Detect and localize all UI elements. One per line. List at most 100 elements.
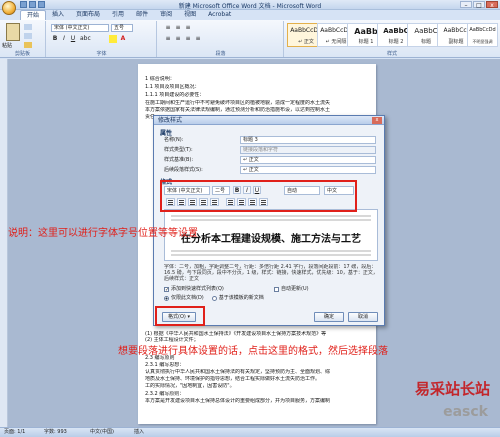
annotation-note-1: 说明：这里可以进行字体字号位置等等设置: [8, 228, 198, 239]
preview-prev-para: [171, 215, 371, 217]
tab-acrobat[interactable]: Acrobat: [202, 10, 237, 20]
dialog-title-bar: 修改样式 x: [154, 116, 384, 125]
add-to-quick-styles-label: 添加到快速样式列表(Q): [171, 286, 224, 292]
close-button[interactable]: x: [486, 1, 498, 9]
add-to-quick-styles-row[interactable]: ✓ 添加到快速样式列表(Q): [164, 286, 224, 293]
annotation-box-format-button: [155, 306, 205, 326]
dialog-title: 修改样式: [158, 117, 183, 124]
underline-button[interactable]: U: [69, 35, 77, 43]
maximize-button[interactable]: □: [473, 1, 485, 9]
cancel-button[interactable]: 取消: [348, 312, 378, 322]
annotation-note-2: 想要段落进行具体设置的话，点击这里的格式，然后选择段落: [118, 346, 388, 357]
minimize-button[interactable]: –: [460, 1, 472, 9]
bold-button[interactable]: B: [51, 35, 59, 43]
style-name: 不明显强调: [472, 39, 493, 44]
dialog-close-button[interactable]: x: [372, 117, 382, 124]
radio-icon[interactable]: [211, 296, 217, 301]
style-type-select[interactable]: 链接段落和字符: [240, 146, 376, 154]
doc-line: 1.1 项目及项目区概况：: [145, 84, 200, 90]
font-group: 宋体 (中文正文) 五号 B I U abc A 字体: [47, 21, 157, 57]
doc-line: 工的实际情况，"因地制宜，因害设防"。: [145, 383, 235, 389]
italic-button[interactable]: I: [60, 35, 68, 43]
tab-page-layout[interactable]: 页面布局: [70, 10, 106, 20]
align-right-icon[interactable]: ≡: [184, 35, 192, 43]
paragraph-group-label: 段落: [215, 51, 226, 57]
new-docs-template-label: 基于该模板的新文档: [218, 295, 264, 301]
preview-next-para: [171, 250, 371, 252]
tab-mailings[interactable]: 邮件: [130, 10, 154, 20]
font-name-select[interactable]: 宋体 (中文正文): [51, 24, 109, 32]
insert-mode[interactable]: 插入: [134, 428, 144, 437]
paste-label: 粘贴: [2, 43, 13, 49]
doc-line: 1.1.1 项目建设的必要性：: [145, 92, 205, 98]
doc-line: 在施工期间和生产运行中不可避免破坏项目区的植被地貌，造成一定程度的水土流失: [145, 100, 331, 106]
align-left-icon[interactable]: ≡: [164, 35, 172, 43]
paste-icon[interactable]: [6, 23, 20, 41]
status-bar: 页面: 1/1 字数: 993 中文(中国) 插入: [0, 427, 500, 437]
auto-update-label: 自动更新(U): [281, 286, 309, 292]
style-based-on-select[interactable]: ↵ 正文: [240, 156, 376, 164]
style-subtle-emphasis[interactable]: AaBbCcDd 不明显强调: [467, 23, 498, 47]
doc-line: 2.3.1 编写思想：: [145, 362, 185, 368]
highlight-icon[interactable]: [109, 35, 117, 43]
tab-insert[interactable]: 插入: [46, 10, 70, 20]
cut-icon[interactable]: [24, 24, 32, 30]
only-this-doc-row[interactable]: 仅限此文档(D) 基于该模板的新文档: [164, 295, 264, 302]
modify-style-dialog: 修改样式 x 属性 名称(N): 标题 3 样式类型(T): 链接段落和字符 样…: [153, 115, 385, 326]
tab-review[interactable]: 审阅: [154, 10, 178, 20]
window-title: 新建 Microsoft Office Word 文档 - Microsoft …: [178, 3, 322, 10]
doc-line: 1 综合说明：: [145, 76, 175, 82]
doc-line: 地质及水土保持、环境保护的指导思想，结合工程实际做好水土流失防治工作。: [145, 376, 321, 382]
clipboard-group-label: 剪贴板: [14, 51, 30, 57]
tab-home[interactable]: 开始: [20, 10, 47, 20]
preview-next-para: [171, 254, 371, 256]
office-button[interactable]: [2, 1, 16, 15]
style-sample: AaBbCcDd: [469, 27, 496, 33]
styles-group-label: 样式: [386, 51, 397, 57]
strikethrough-icon[interactable]: abc: [80, 35, 91, 43]
align-center-icon[interactable]: ≡: [174, 35, 182, 43]
checkbox-icon[interactable]: ✓: [164, 287, 169, 293]
next-style-select[interactable]: ↵ 正文: [240, 166, 376, 174]
bullets-icon[interactable]: ≡: [164, 24, 172, 32]
multilevel-list-icon[interactable]: ≡: [184, 24, 192, 32]
numbering-icon[interactable]: ≡: [174, 24, 182, 32]
watermark: 易采站长站 easck: [372, 378, 494, 426]
vertical-ruler: [0, 59, 8, 427]
title-bar: 新建 Microsoft Office Word 文档 - Microsoft …: [0, 0, 500, 10]
tab-view[interactable]: 视图: [178, 10, 202, 20]
next-style-label: 后续段落样式(S):: [164, 167, 203, 173]
font-size-select[interactable]: 五号: [111, 24, 133, 32]
tab-references[interactable]: 引用: [106, 10, 130, 20]
format-painter-icon[interactable]: [24, 42, 32, 48]
doc-line: 本方案是开发建设项目水土保持总体设计的重要组成部分，并为项目服务，方案编制: [145, 398, 331, 404]
page-count[interactable]: 页面: 1/1: [4, 428, 25, 437]
font-group-label: 字体: [96, 51, 107, 57]
style-type-label: 样式类型(T):: [164, 147, 193, 153]
ribbon-tabs: 开始 插入 页面布局 引用 邮件 审阅 视图 Acrobat: [20, 10, 237, 20]
only-this-doc-label: 仅限此文档(D): [171, 295, 204, 301]
radio-icon[interactable]: [164, 296, 169, 301]
ribbon: 粘贴 剪贴板 宋体 (中文正文) 五号 B I U abc A 字体 ≡ ≡ ≡…: [0, 20, 500, 58]
font-color-icon[interactable]: A: [119, 35, 127, 43]
word-count[interactable]: 字数: 993: [44, 428, 67, 437]
name-label: 名称(N):: [164, 137, 184, 143]
doc-line: 认真贯彻执行中华人民共和国水土保持法的有关规定，坚持预防为主、全面规划、综: [145, 369, 331, 375]
doc-line: 本方案依据国家有关法律法规编制，通过预测分析和防治措施布设，以达到控制水土: [145, 107, 331, 113]
window-controls: – □ x: [460, 1, 498, 9]
checkbox-icon[interactable]: [274, 287, 279, 292]
language-indicator[interactable]: 中文(中国): [90, 428, 114, 437]
style-description: 字体：二号，加粗，字距调整二号，行距：多倍行距 2.41 字行，段落间距段前：1…: [164, 264, 378, 282]
style-based-on-label: 样式基准(B):: [164, 157, 194, 163]
watermark-text-cn: 易采站长站: [414, 380, 490, 398]
doc-line: 2.3.2 编写原则：: [145, 391, 185, 397]
clipboard-group: 粘贴 剪贴板: [0, 21, 46, 57]
auto-update-row[interactable]: 自动更新(U): [274, 286, 309, 293]
preview-prev-para: [171, 219, 371, 221]
paragraph-group: ≡ ≡ ≡ ≡ ≡ ≡ ≡ 段落: [158, 21, 284, 57]
name-field[interactable]: 标题 3: [240, 136, 376, 144]
copy-icon[interactable]: [24, 33, 32, 39]
ok-button[interactable]: 确定: [314, 312, 344, 322]
justify-icon[interactable]: ≡: [194, 35, 202, 43]
watermark-text-en: easck: [443, 404, 488, 420]
